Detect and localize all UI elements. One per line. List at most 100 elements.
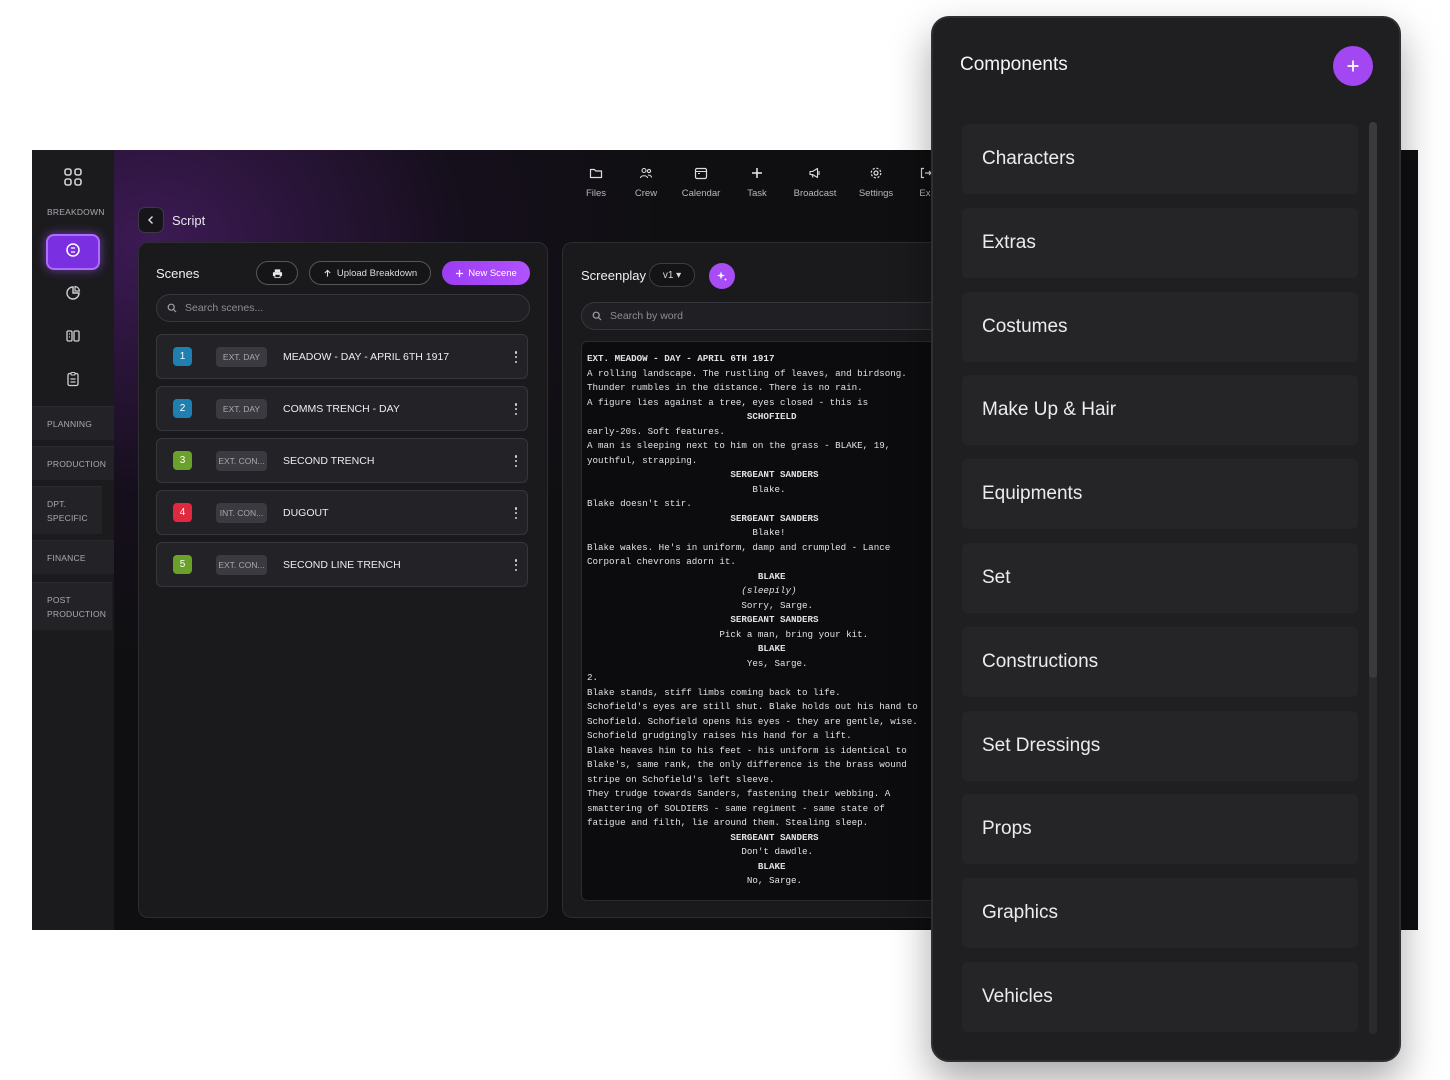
script-line: Thunder rumbles in the distance. There i… bbox=[587, 382, 863, 393]
script-line: Sorry, Sarge. bbox=[587, 599, 814, 611]
screenplay-panel: Screenplay v1 ▾ EXT. MEADOW - DAY - APRI… bbox=[562, 242, 963, 918]
upload-breakdown-button[interactable]: Upload Breakdown bbox=[309, 261, 431, 285]
clipboard-icon bbox=[65, 371, 81, 392]
script-line: Blake! bbox=[587, 527, 786, 538]
scenes-panel: Scenes Upload Breakdown New Scene 1 EXT.… bbox=[138, 242, 548, 918]
table-row[interactable]: 4 INT. CON... DUGOUT bbox=[156, 490, 528, 535]
list-item[interactable]: Constructions bbox=[962, 626, 1358, 697]
screenplay-title: Screenplay bbox=[581, 268, 647, 283]
table-row[interactable]: 5 EXT. CON... SECOND LINE TRENCH bbox=[156, 542, 528, 587]
plus-icon bbox=[752, 168, 762, 178]
script-line: fatigue and filth, lie around them. Stea… bbox=[587, 817, 869, 828]
search-icon bbox=[592, 311, 602, 321]
script-text[interactable]: EXT. MEADOW - DAY - APRIL 6TH 1917 A roll… bbox=[581, 341, 963, 901]
scenes-search-input[interactable] bbox=[185, 302, 485, 314]
list-item[interactable]: Set Dressings bbox=[962, 710, 1358, 781]
scene-name: DUGOUT bbox=[283, 506, 329, 519]
script-line: EXT. MEADOW - DAY - APRIL 6TH 1917 bbox=[587, 353, 775, 364]
script-line: 2. bbox=[587, 672, 599, 683]
script-icon bbox=[65, 242, 81, 263]
page-title: Script bbox=[172, 212, 206, 228]
new-scene-button[interactable]: New Scene bbox=[442, 261, 530, 285]
print-button[interactable] bbox=[256, 261, 298, 285]
script-line: smattering of SOLDIERS - same regiment -… bbox=[587, 802, 885, 814]
table-row[interactable]: 1 EXT. DAY MEADOW - DAY - APRIL 6TH 1917 bbox=[156, 334, 528, 379]
script-line: Blake heaves him to his feet - his unifo… bbox=[587, 744, 907, 756]
screenplay-search-input[interactable] bbox=[610, 310, 910, 322]
script-line: Blake. bbox=[587, 483, 786, 495]
script-line: stripe on Schofield's left sleeve. bbox=[587, 773, 775, 785]
chevron-left-icon bbox=[148, 216, 153, 224]
scenes-search[interactable] bbox=[156, 294, 530, 322]
sidebar-section-dpt-specific[interactable]: DPT. SPECIFIC bbox=[32, 486, 102, 534]
list-item[interactable]: Costumes bbox=[962, 291, 1358, 362]
ai-assist-button[interactable] bbox=[709, 263, 735, 289]
calendar-icon bbox=[694, 167, 708, 180]
script-line: Schofield. Schofield opens his eyes - th… bbox=[587, 715, 918, 727]
sidebar-item-board[interactable] bbox=[46, 320, 100, 356]
scrollbar-thumb[interactable] bbox=[1369, 122, 1377, 678]
script-line: They trudge towards Sanders, fastening t… bbox=[587, 788, 891, 799]
sidebar-item-reports[interactable] bbox=[46, 277, 100, 313]
scene-number: 3 bbox=[173, 451, 192, 470]
pie-chart-icon bbox=[65, 285, 81, 306]
nav-calendar[interactable]: Calendar bbox=[672, 166, 730, 199]
screenplay-search[interactable] bbox=[581, 302, 951, 330]
more-vertical-icon[interactable] bbox=[513, 401, 519, 417]
script-line: Schofield grudgingly raises his hand for… bbox=[587, 730, 852, 741]
sidebar-item-checklist[interactable] bbox=[46, 363, 100, 399]
script-line: SERGEANT SANDERS bbox=[587, 614, 819, 625]
scene-name: MEADOW - DAY - APRIL 6TH 1917 bbox=[283, 350, 450, 363]
more-vertical-icon[interactable] bbox=[513, 505, 519, 521]
table-row[interactable]: 2 EXT. DAY COMMS TRENCH - DAY bbox=[156, 386, 528, 431]
more-vertical-icon[interactable] bbox=[513, 453, 519, 469]
sidebar-section-production[interactable]: PRODUCTION bbox=[32, 446, 114, 480]
printer-icon bbox=[272, 268, 282, 278]
more-vertical-icon[interactable] bbox=[513, 349, 519, 365]
add-component-button[interactable] bbox=[1333, 46, 1373, 86]
script-line: (sleepily) bbox=[587, 585, 797, 596]
sidebar-section-finance[interactable]: FINANCE bbox=[32, 540, 114, 574]
apps-grid-icon[interactable] bbox=[62, 166, 84, 188]
script-line: Blake wakes. He's in uniform, damp and c… bbox=[587, 541, 891, 553]
list-item[interactable]: Graphics bbox=[962, 878, 1358, 949]
list-item[interactable]: Props bbox=[962, 794, 1358, 865]
sidebar-section-post-production[interactable]: POST PRODUCTION bbox=[32, 582, 112, 630]
components-title: Components bbox=[960, 54, 1068, 75]
nav-task[interactable]: Task bbox=[730, 166, 784, 199]
back-button[interactable] bbox=[138, 207, 164, 233]
scene-tag: EXT. CON... bbox=[216, 554, 267, 575]
list-item[interactable]: Make Up & Hair bbox=[962, 375, 1358, 446]
script-line: Blake stands, stiff limbs coming back to… bbox=[587, 686, 841, 698]
users-icon bbox=[639, 167, 653, 179]
list-item[interactable]: Vehicles bbox=[962, 961, 1358, 1032]
list-item[interactable]: Characters bbox=[962, 124, 1358, 194]
components-list: Characters Extras Costumes Make Up & Hai… bbox=[962, 124, 1358, 1046]
script-line: A rolling landscape. The rustling of lea… bbox=[587, 367, 907, 379]
nav-broadcast[interactable]: Broadcast bbox=[784, 166, 846, 199]
scene-tag: EXT. CON... bbox=[216, 450, 267, 471]
script-line: early-20s. Soft features. bbox=[587, 425, 725, 437]
nav-files[interactable]: Files bbox=[572, 166, 620, 199]
gear-icon bbox=[870, 167, 882, 179]
sidebar-section-planning[interactable]: PLANNING bbox=[32, 406, 114, 440]
script-line: Pick a man, bring your kit. bbox=[587, 628, 869, 640]
table-row[interactable]: 3 EXT. CON... SECOND TRENCH bbox=[156, 438, 528, 483]
script-line: A figure lies against a tree, eyes close… bbox=[587, 396, 869, 408]
sidebar: BREAKDOWN PLANNING PRODUCTION DPT. SPECI… bbox=[32, 150, 114, 930]
more-vertical-icon[interactable] bbox=[513, 557, 519, 573]
sidebar-section-breakdown[interactable]: BREAKDOWN bbox=[32, 202, 114, 222]
sidebar-item-script[interactable] bbox=[46, 234, 100, 270]
components-scrollbar[interactable] bbox=[1369, 122, 1377, 1034]
breadcrumb: Script bbox=[138, 207, 205, 233]
components-panel: Components Characters Extras Costumes Ma… bbox=[931, 16, 1401, 1062]
script-line: SCHOFIELD bbox=[587, 411, 797, 422]
script-line: BLAKE bbox=[587, 643, 786, 654]
version-select[interactable]: v1 ▾ bbox=[649, 263, 695, 287]
nav-settings[interactable]: Settings bbox=[846, 166, 906, 199]
nav-crew[interactable]: Crew bbox=[620, 166, 672, 199]
list-item[interactable]: Set bbox=[962, 542, 1358, 613]
list-item[interactable]: Extras bbox=[962, 207, 1358, 278]
list-item[interactable]: Equipments bbox=[962, 459, 1358, 530]
script-line: A man is sleeping next to him on the gra… bbox=[587, 440, 891, 451]
